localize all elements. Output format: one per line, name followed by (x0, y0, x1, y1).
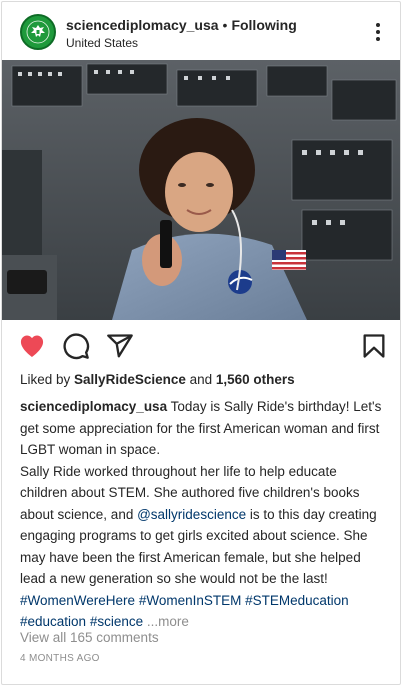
view-comments-link[interactable]: View all 165 comments (20, 630, 159, 645)
post-photo[interactable] (2, 60, 400, 320)
location-link[interactable]: United States (66, 36, 138, 50)
heart-icon[interactable] (18, 332, 46, 360)
bookmark-icon[interactable] (360, 332, 388, 360)
username-link[interactable]: sciencediplomacy_usa (66, 17, 219, 33)
post-timestamp: 4 MONTHS AGO (20, 653, 100, 664)
likes-prefix: Liked by (20, 372, 75, 387)
avatar[interactable] (20, 14, 56, 50)
hashtag-link[interactable]: #WomenWereHere (20, 593, 135, 608)
likes-middle: and (185, 372, 216, 387)
hashtag-link[interactable]: #science (90, 614, 143, 629)
mention-link[interactable]: @sallyridescience (137, 507, 246, 522)
share-icon[interactable] (106, 332, 134, 360)
hashtag-link[interactable]: #STEMeducation (245, 593, 349, 608)
caption-username-link[interactable]: sciencediplomacy_usa (20, 399, 167, 414)
hashtag-link[interactable]: #education (20, 614, 86, 629)
astronaut-photo (2, 60, 400, 320)
post-card: sciencediplomacy_usa • Following United St… (1, 1, 401, 685)
separator-dot: • (222, 17, 228, 33)
likes-summary: Liked by SallyRideScience and 1,560 othe… (20, 372, 295, 387)
hashtag-link[interactable]: #WomenInSTEM (139, 593, 242, 608)
caption: sciencediplomacy_usa Today is Sally Ride… (20, 396, 386, 633)
liker-link[interactable]: SallyRideScience (74, 372, 186, 387)
following-button[interactable]: Following (231, 17, 296, 33)
more-link[interactable]: ...more (147, 614, 189, 629)
eagle-seal-icon (23, 17, 53, 47)
more-options-icon[interactable] (370, 20, 386, 44)
comment-icon[interactable] (62, 332, 90, 360)
others-link[interactable]: 1,560 others (216, 372, 295, 387)
post-header: sciencediplomacy_usa • Following United St… (2, 2, 400, 62)
action-bar (2, 324, 400, 368)
header-title: sciencediplomacy_usa • Following (66, 17, 297, 33)
